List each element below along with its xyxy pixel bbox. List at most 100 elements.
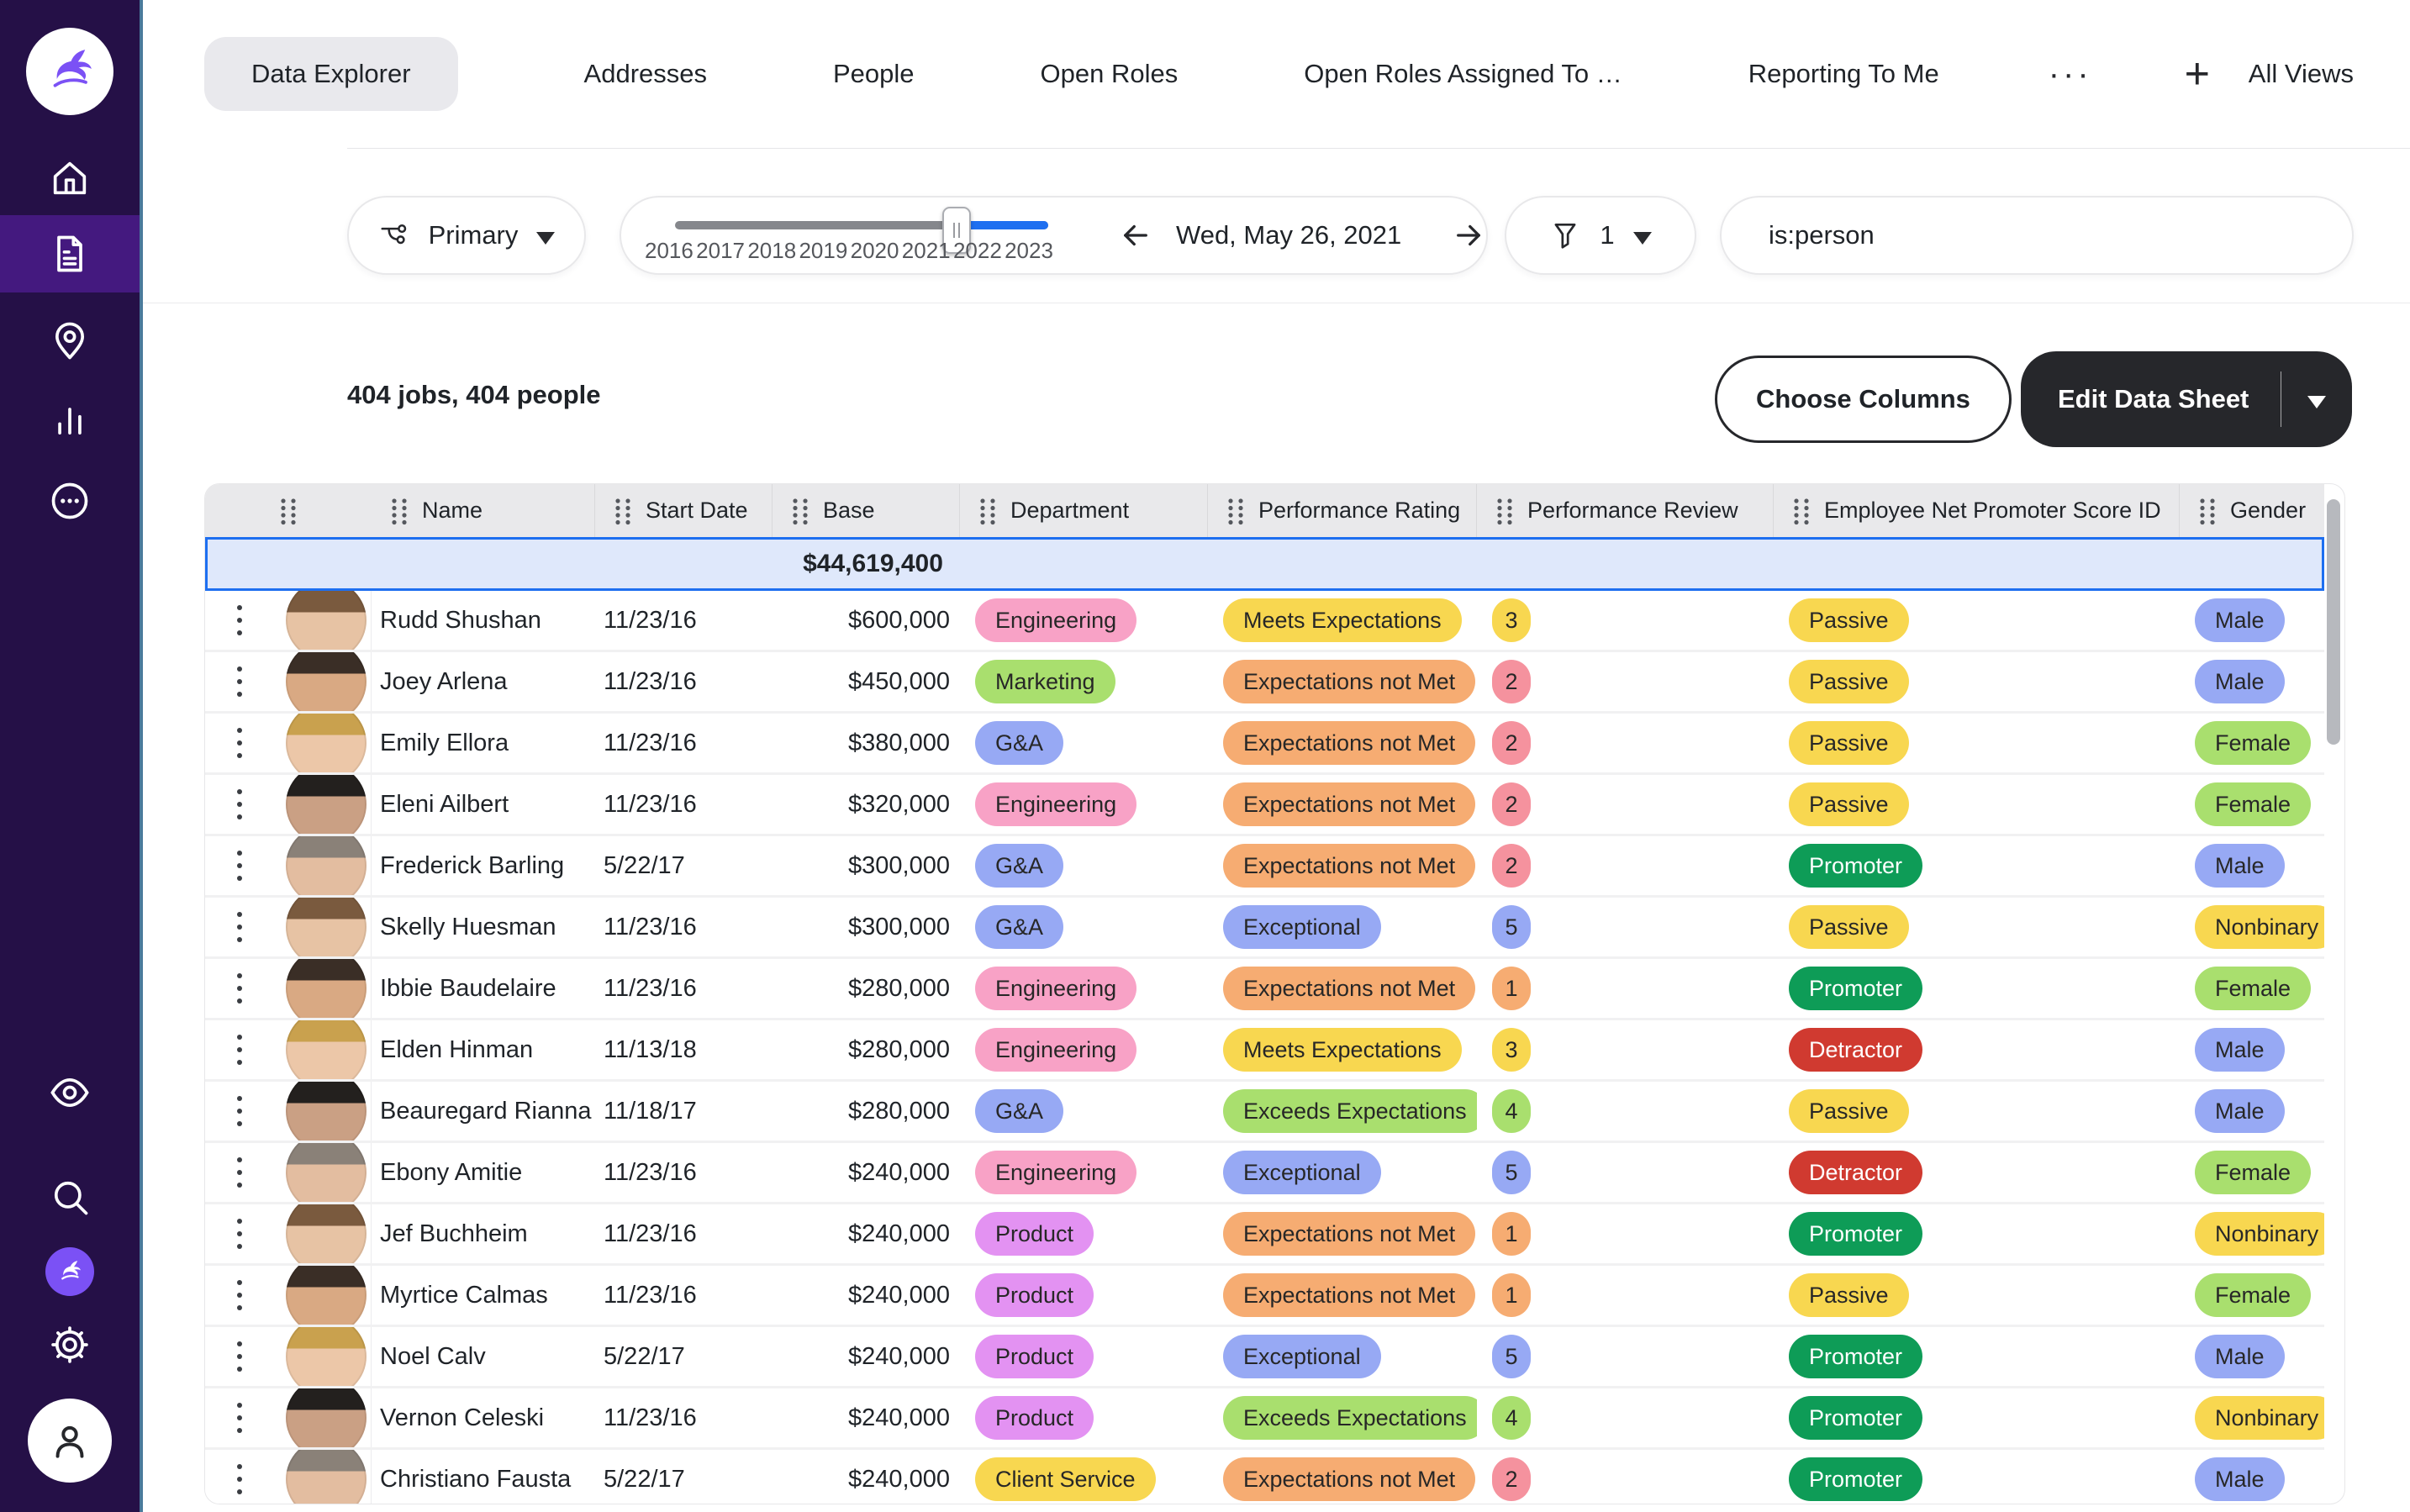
drag-handle-icon[interactable] [791,497,809,525]
previous-day-button[interactable] [1117,217,1154,254]
profile-avatar-button[interactable] [28,1399,112,1483]
org-rabbit-badge[interactable] [45,1247,94,1296]
row-menu-button[interactable] [234,965,245,1012]
drag-handle-icon[interactable] [1495,497,1514,525]
filter-count-button[interactable]: 1 [1505,196,1696,275]
avatar[interactable] [286,1204,367,1263]
view-tab[interactable]: Data Explorer [204,37,458,111]
column-header[interactable]: Performance Review [1477,484,1774,537]
avatar[interactable] [286,1082,367,1141]
avatar[interactable] [286,775,367,834]
cell-name: Beauregard Rianna [372,1082,595,1141]
avatar[interactable] [286,836,367,895]
column-header[interactable]: Gender [2180,484,2324,537]
nav-home-icon[interactable] [48,156,92,200]
row-menu-button[interactable] [234,719,245,767]
view-tab[interactable]: Addresses [584,59,707,89]
cell-department: Engineering [960,775,1208,834]
cell-start-date: 11/23/16 [595,714,773,772]
column-header[interactable]: Base [773,484,960,537]
cell-base: $380,000 [773,714,960,772]
drag-handle-icon[interactable] [390,497,409,525]
settings-gear-icon[interactable] [48,1323,92,1367]
table-row: Ibbie Baudelaire 11/23/16 $280,000 Engin… [205,959,2324,1020]
row-menu-button[interactable] [234,597,245,644]
row-menu-button[interactable] [234,781,245,828]
table-row: Joey Arlena 11/23/16 $450,000 Marketing … [205,652,2324,714]
drag-handle-icon[interactable] [1226,497,1245,525]
column-header[interactable] [205,484,372,537]
drag-handle-icon[interactable] [1792,497,1811,525]
hierarchy-view-selector[interactable]: Primary [347,196,586,275]
choose-columns-button[interactable]: Choose Columns [1715,356,2012,443]
row-menu-button[interactable] [234,1210,245,1257]
drag-handle-icon[interactable] [2198,497,2217,525]
row-menu-button[interactable] [234,1333,245,1380]
row-menu-button[interactable] [234,1026,245,1073]
row-menu-button[interactable] [234,1272,245,1319]
all-views-link[interactable]: All Views [2249,59,2354,89]
edit-data-sheet-dropdown[interactable] [2281,391,2352,408]
avatar[interactable] [286,1388,367,1447]
avatar[interactable] [286,1020,367,1079]
avatar[interactable] [286,591,367,650]
more-tabs-button[interactable]: ··· [2049,55,2092,93]
row-menu-button[interactable] [234,842,245,889]
cell-name: Vernon Celeski [372,1388,595,1447]
current-date[interactable]: Wed, May 26, 2021 [1176,220,1428,250]
nav-insights-icon[interactable] [48,398,92,442]
column-header[interactable]: Name [372,484,595,537]
view-tab[interactable]: Open Roles Assigned To … [1304,59,1622,89]
cell-nps: Promoter [1774,1450,2180,1504]
watch-eye-icon[interactable] [48,1071,92,1114]
table-row: Elden Hinman 11/13/18 $280,000 Engineeri… [205,1020,2324,1082]
row-menu-button[interactable] [234,1149,245,1196]
avatar[interactable] [286,714,367,772]
view-tab[interactable]: People [833,59,915,89]
view-tab[interactable]: Reporting To Me [1748,59,1939,89]
avatar[interactable] [286,959,367,1018]
table-row: Skelly Huesman 11/23/16 $300,000 G&A Exc… [205,898,2324,959]
nps-badge: Passive [1789,598,1909,642]
cell-performance-rating: Meets Expectations [1208,1020,1477,1079]
avatar[interactable] [286,1450,367,1504]
column-header[interactable]: Start Date [595,484,773,537]
timeline-slider-track[interactable] [675,221,1048,229]
nav-data-sheet-active[interactable] [0,215,140,292]
cell-performance-rating: Expectations not Met [1208,775,1477,834]
vertical-scrollbar-thumb[interactable] [2327,499,2340,745]
row-menu-button[interactable] [234,904,245,951]
drag-handle-icon[interactable] [978,497,997,525]
row-menu-button[interactable] [234,1088,245,1135]
year-label: 2017 [696,238,745,264]
avatar[interactable] [286,1327,367,1386]
cell-gender: Male [2180,836,2324,895]
search-input[interactable] [1767,219,2352,251]
cell-base: $280,000 [773,959,960,1018]
next-day-button[interactable] [1450,217,1487,254]
row-menu-button[interactable] [234,1394,245,1441]
avatar[interactable] [286,898,367,956]
avatar[interactable] [286,1266,367,1325]
nav-more-icon[interactable] [48,479,92,523]
drag-handle-icon[interactable] [279,497,298,525]
view-tab[interactable]: Open Roles [1041,59,1179,89]
avatar[interactable] [286,1143,367,1202]
avatar[interactable] [286,652,367,711]
column-header[interactable]: Performance Rating [1208,484,1477,537]
row-menu-button[interactable] [234,1456,245,1503]
edit-data-sheet-button[interactable]: Edit Data Sheet [2021,351,2352,447]
nps-badge: Promoter [1789,844,1922,888]
drag-handle-icon[interactable] [614,497,632,525]
column-header[interactable]: Employee Net Promoter Score ID [1774,484,2180,537]
row-menu-button[interactable] [234,658,245,705]
performance-review-score-badge: 1 [1492,1212,1531,1256]
column-header[interactable]: Department [960,484,1208,537]
nav-locations-icon[interactable] [48,319,92,363]
row-leading-cell [205,591,372,650]
search-pill [1720,196,2354,275]
cell-department: Client Service [960,1450,1208,1504]
search-icon[interactable] [48,1175,92,1219]
cell-department: Product [960,1388,1208,1447]
add-view-button[interactable]: + [2185,52,2210,96]
